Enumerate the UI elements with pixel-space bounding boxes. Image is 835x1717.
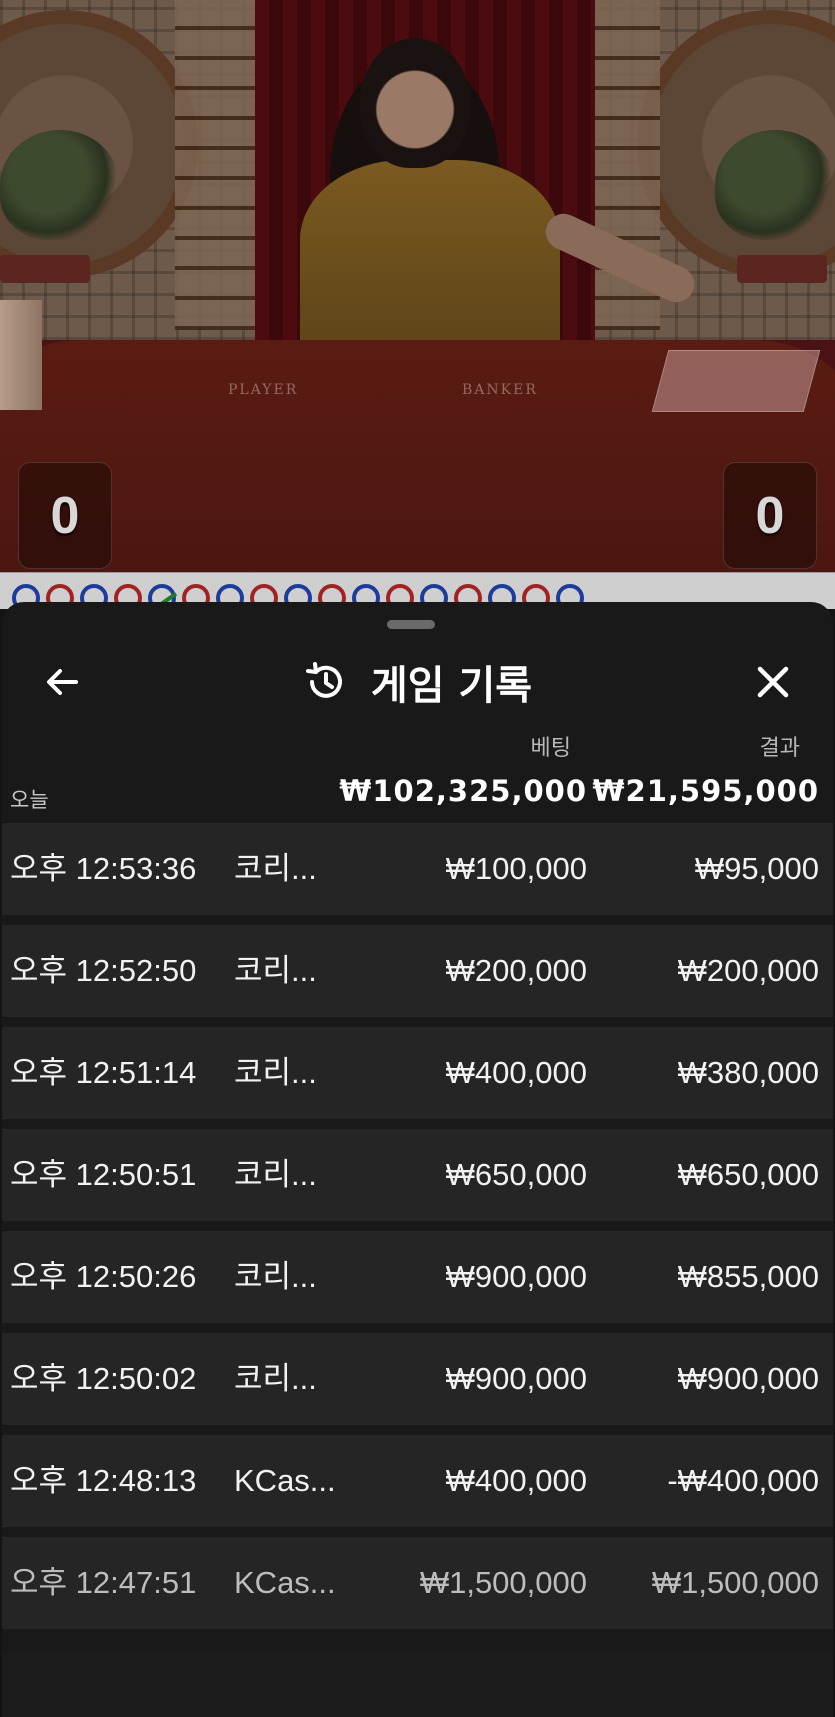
close-button[interactable]: [741, 650, 805, 714]
table-label-banker: BANKER: [462, 382, 538, 398]
row-time: 오후 12:53:36: [10, 851, 197, 886]
dealer-body: [300, 160, 560, 360]
row-result: ₩650,000: [677, 1157, 819, 1192]
row-game: KCas...: [234, 1565, 336, 1600]
history-icon: [305, 662, 342, 698]
row-bet: ₩100,000: [445, 851, 587, 886]
history-row[interactable]: 오후 12:53:36 코리... ₩100,000 ₩95,000: [2, 823, 833, 915]
bonsai-pot-right: [737, 255, 827, 283]
bonsai-pot-left: [0, 255, 90, 283]
row-result: ₩95,000: [694, 851, 819, 886]
summary-bet-total: ₩102,325,000: [339, 774, 587, 808]
row-bet: ₩1,500,000: [419, 1565, 587, 1600]
row-time: 오후 12:50:02: [10, 1361, 197, 1396]
card-shoe: [651, 350, 821, 412]
row-game: 코리...: [234, 1361, 317, 1396]
row-game: 코리...: [234, 1259, 317, 1294]
banker-score: 0: [723, 462, 817, 569]
row-bet: ₩900,000: [445, 1361, 587, 1396]
summary-label: 오늘: [10, 788, 49, 812]
history-row[interactable]: 오후 12:50:02 코리... ₩900,000 ₩900,000: [2, 1333, 833, 1425]
row-game: 코리...: [234, 1055, 317, 1090]
panel-title: 게임 기록: [2, 650, 833, 714]
row-result: ₩200,000: [677, 953, 819, 988]
row-result: -₩400,000: [667, 1463, 819, 1498]
daily-summary: 오늘 ₩102,325,000 ₩21,595,000: [2, 770, 833, 814]
live-video-feed: PLAYER BANKER 0 0: [0, 0, 835, 572]
row-game: 코리...: [234, 953, 317, 988]
row-bet: ₩400,000: [445, 1055, 587, 1090]
bonsai-right: [715, 130, 835, 240]
row-game: KCas...: [234, 1463, 336, 1498]
row-time: 오후 12:51:14: [10, 1055, 197, 1090]
history-row[interactable]: 오후 12:52:50 코리... ₩200,000 ₩200,000: [2, 925, 833, 1017]
dealer-head: [360, 38, 470, 168]
row-time: 오후 12:47:51: [10, 1565, 197, 1600]
column-header-result: 결과: [759, 736, 800, 761]
history-list: 오후 12:53:36 코리... ₩100,000 ₩95,000 오후 12…: [2, 823, 833, 1639]
panel-footer-space: [2, 1652, 833, 1717]
history-row[interactable]: 오후 12:51:14 코리... ₩400,000 ₩380,000: [2, 1027, 833, 1119]
row-bet: ₩200,000: [445, 953, 587, 988]
row-time: 오후 12:50:26: [10, 1259, 197, 1294]
row-time: 오후 12:52:50: [10, 953, 197, 988]
card-stack: [0, 300, 42, 410]
row-bet: ₩900,000: [445, 1259, 587, 1294]
drag-handle[interactable]: [387, 620, 435, 629]
history-row[interactable]: 오후 12:50:51 코리... ₩650,000 ₩650,000: [2, 1129, 833, 1221]
game-history-panel: 게임 기록 베팅 결과 오늘 ₩102,325,000 ₩21,595,000 …: [2, 602, 833, 1717]
row-result: ₩900,000: [677, 1361, 819, 1396]
panel-title-text: 게임 기록: [370, 663, 533, 709]
row-time: 오후 12:50:51: [10, 1157, 197, 1192]
row-result: ₩380,000: [677, 1055, 819, 1090]
history-row[interactable]: 오후 12:50:26 코리... ₩900,000 ₩855,000: [2, 1231, 833, 1323]
row-game: 코리...: [234, 851, 317, 886]
app-screen: PLAYER BANKER 0 0 게임 기록 베팅 결과 오늘 ₩102,32…: [0, 0, 835, 1717]
row-result: ₩1,500,000: [651, 1565, 819, 1600]
column-header-bet: 베팅: [530, 736, 571, 761]
column-headers: 베팅 결과: [2, 730, 833, 761]
close-icon: [757, 666, 789, 698]
player-score: 0: [18, 462, 112, 569]
row-bet: ₩400,000: [445, 1463, 587, 1498]
history-row[interactable]: 오후 12:47:51 KCas... ₩1,500,000 ₩1,500,00…: [2, 1537, 833, 1629]
row-bet: ₩650,000: [445, 1157, 587, 1192]
row-game: 코리...: [234, 1157, 317, 1192]
summary-result-total: ₩21,595,000: [592, 774, 819, 808]
bonsai-left: [0, 130, 120, 240]
history-row[interactable]: 오후 12:48:13 KCas... ₩400,000 -₩400,000: [2, 1435, 833, 1527]
row-result: ₩855,000: [677, 1259, 819, 1294]
row-time: 오후 12:48:13: [10, 1463, 197, 1498]
decor-lattice-left: [175, 0, 265, 330]
panel-header: 게임 기록: [2, 642, 833, 722]
table-label-player: PLAYER: [228, 382, 299, 398]
